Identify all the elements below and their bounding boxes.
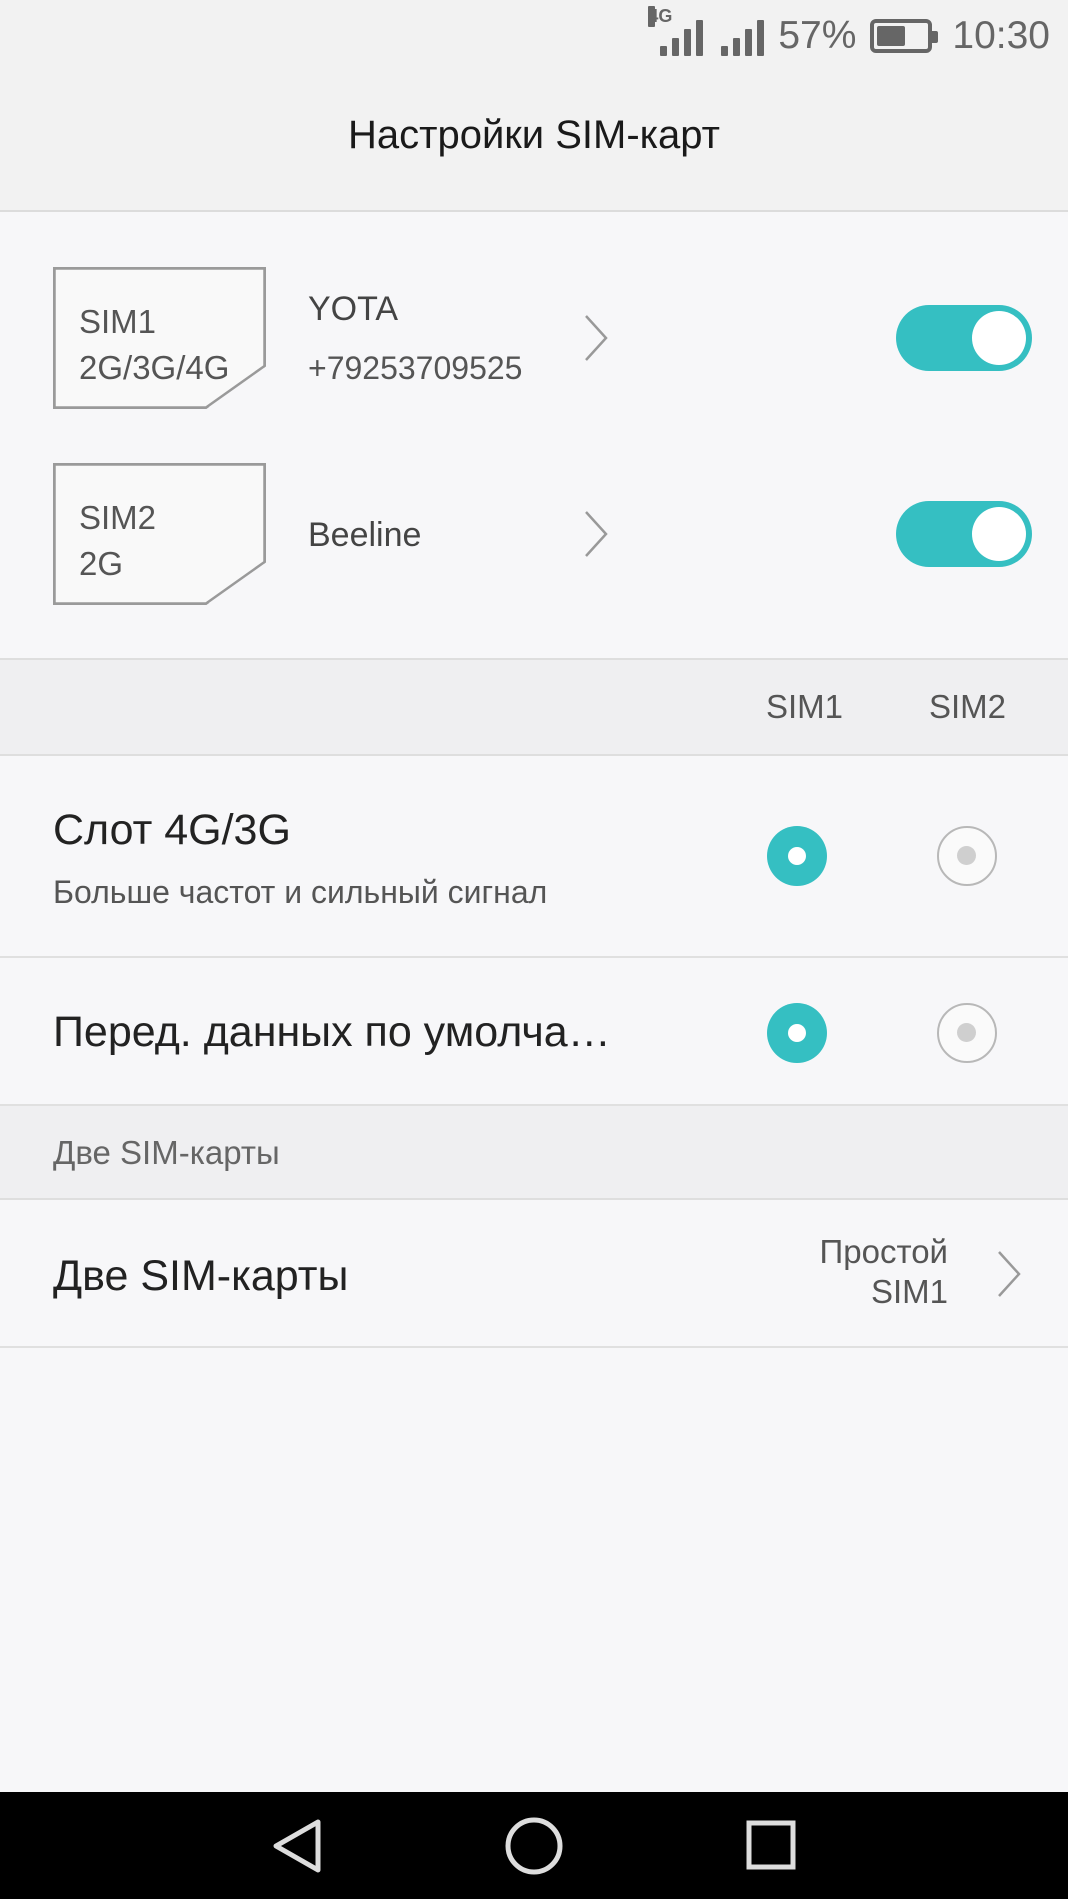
default-data-sim2-radio[interactable] <box>937 1003 997 1063</box>
sim1-chevron-right-icon[interactable] <box>582 312 622 364</box>
slot-4g3g-subtitle: Больше частот и сильный сигнал <box>53 874 548 910</box>
dual-sim-section-label: Две SIM-карты <box>53 1134 280 1171</box>
slot-4g3g-sim2-radio[interactable] <box>937 826 997 886</box>
sim2-chevron-right-icon[interactable] <box>582 508 622 560</box>
sim2-card-icon: SIM2 2G <box>53 463 266 605</box>
battery-percent: 57% <box>778 14 857 57</box>
title-bar: Настройки SIM-карт <box>0 72 1068 212</box>
sim2-operator: Beeline <box>308 516 422 554</box>
home-icon[interactable] <box>505 1817 563 1875</box>
default-data-sim1-radio[interactable] <box>767 1003 827 1063</box>
dual-sim-section-header: Две SIM-карты <box>0 1106 1068 1200</box>
sim1-card-icon: SIM1 2G/3G/4G <box>53 267 266 409</box>
sim1-card-bands: 2G/3G/4G <box>79 349 230 386</box>
sim1-phone: +79253709525 <box>308 350 523 386</box>
sim1-card-label: SIM1 <box>79 303 157 340</box>
page-title: Настройки SIM-карт <box>348 112 720 157</box>
battery-icon <box>870 19 939 53</box>
mobile-data-signal-icon: 4G <box>648 6 704 56</box>
column-sim2-label: SIM2 <box>929 688 1007 725</box>
dual-sim-value-mode: Простой <box>819 1233 948 1270</box>
sim2-card-label: SIM2 <box>79 499 157 536</box>
default-data-row[interactable]: Перед. данных по умолча… <box>0 958 1068 1106</box>
signal-strength-icon <box>721 16 765 56</box>
sim1-operator: YOTA <box>308 290 399 328</box>
clock: 10:30 <box>952 14 1050 57</box>
dual-sim-value-sim: SIM1 <box>870 1273 948 1310</box>
sim1-row[interactable]: SIM1 2G/3G/4G YOTA +79253709525 <box>0 250 1068 430</box>
sim2-row[interactable]: SIM2 2G Beeline <box>0 446 1068 626</box>
slot-4g3g-sim1-radio[interactable] <box>767 826 827 886</box>
dual-sim-title: Две SIM-карты <box>53 1252 349 1300</box>
sim-columns-header: SIM1 SIM2 <box>0 658 1068 756</box>
status-bar: 4G 57% 10:30 <box>0 0 1068 72</box>
slot-4g3g-row[interactable]: Слот 4G/3G Больше частот и сильный сигна… <box>0 756 1068 958</box>
navigation-buttons <box>273 1817 796 1875</box>
default-data-title: Перед. данных по умолча… <box>53 1008 611 1056</box>
sim2-toggle[interactable] <box>896 501 1032 567</box>
navigation-bar <box>0 1792 1068 1899</box>
dual-sim-value: Простой SIM1 <box>820 1232 948 1312</box>
back-icon[interactable] <box>273 1819 321 1873</box>
recents-icon[interactable] <box>746 1820 796 1870</box>
sim2-card-bands: 2G <box>79 545 124 582</box>
column-sim1-label: SIM1 <box>766 688 844 725</box>
dual-sim-row[interactable]: Две SIM-карты Простой SIM1 <box>0 1200 1068 1348</box>
slot-4g3g-title: Слот 4G/3G <box>53 806 291 854</box>
network-type-label: 4G <box>648 6 673 27</box>
dual-sim-chevron-right-icon[interactable] <box>995 1248 1035 1300</box>
sim1-toggle[interactable] <box>896 305 1032 371</box>
